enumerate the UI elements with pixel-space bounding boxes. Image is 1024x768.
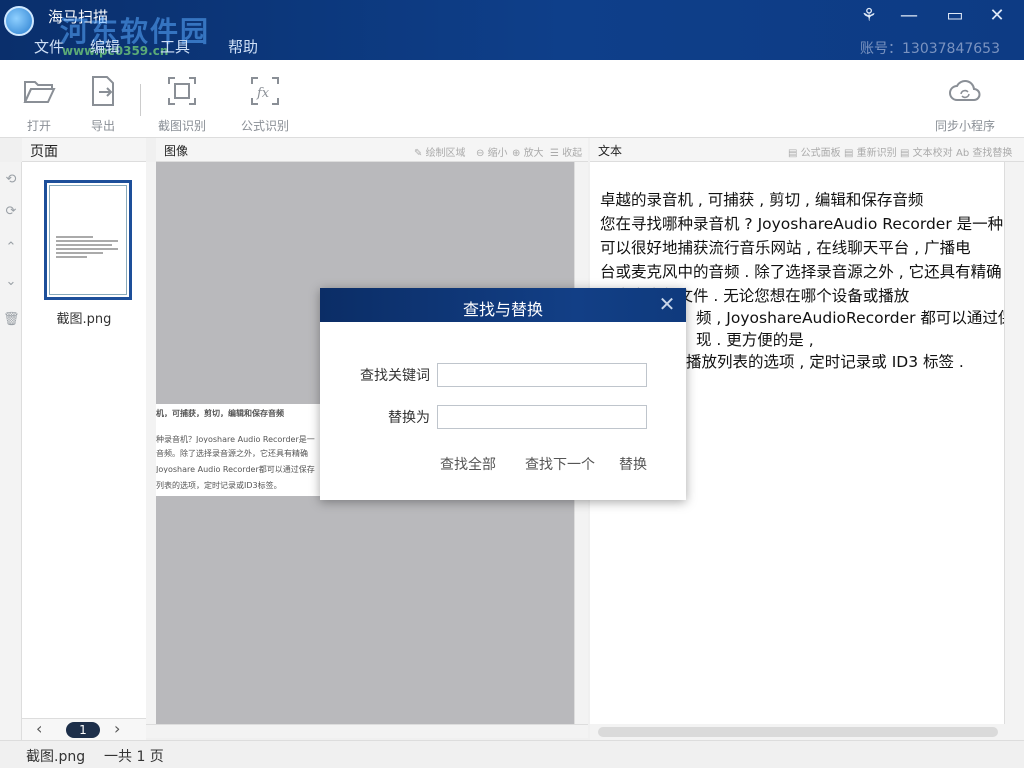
toolbar-divider	[140, 84, 141, 116]
close-button[interactable]: ✕	[984, 6, 1010, 26]
find-all-button[interactable]: 查找全部	[440, 454, 496, 474]
text-panel-title: 文本	[598, 144, 623, 158]
find-replace-label: 查找替换	[972, 148, 1013, 159]
scanned-image: 机，可捕获，剪切，编辑和保存音频 种录音机？Joyoshare Audio Re…	[156, 404, 320, 496]
text-line: 卓越的录音机 , 可捕获 , 剪切 , 编辑和保存音频	[600, 191, 924, 209]
trash-icon[interactable]: 🗑	[3, 312, 20, 328]
move-down-icon[interactable]: ⌄	[3, 274, 19, 290]
find-replace-dialog: 查找与替换 ✕ 查找关键词 替换为 查找全部 查找下一个 替换	[320, 288, 686, 500]
proofread-label: 文本校对	[912, 148, 953, 159]
collapse-button[interactable]: ☰ 收起	[550, 144, 582, 159]
account-label: 账号：13037847653	[860, 41, 1000, 57]
text-vertical-scrollbar[interactable]	[1004, 162, 1024, 724]
current-page-indicator: 1	[66, 722, 100, 738]
status-bar: 截图.png 一共 1 页	[0, 740, 1024, 768]
find-keyword-input[interactable]	[437, 363, 647, 387]
formula-panel-label: 公式面板	[800, 148, 841, 159]
dialog-header: 查找与替换 ✕	[320, 288, 686, 322]
menu-edit[interactable]: 编辑	[90, 36, 120, 57]
crop-icon	[168, 77, 196, 105]
prev-page-button[interactable]: ‹	[36, 719, 42, 738]
zoom-in-label: 放大	[523, 148, 544, 159]
title-bar: 海马扫描 河东软件园 www.pc0359.cn 文件 编辑 工具 帮助 账号：…	[0, 0, 1024, 60]
scan-line: Joyoshare Audio Recorder都可以通过保存	[156, 465, 315, 473]
side-tool-strip: ⟲ ⟳ ⌃ ⌄ 🗑	[0, 162, 22, 742]
text-line: 现 . 更方便的是 ,	[696, 331, 814, 349]
page-panel-header: 页面	[22, 138, 146, 162]
draw-region-button[interactable]: ✎ 绘制区域	[414, 144, 466, 159]
formula-icon: fx	[251, 77, 279, 105]
move-up-icon[interactable]: ⌃	[3, 240, 19, 256]
replace-with-input[interactable]	[437, 405, 647, 429]
image-panel-title: 图像	[164, 144, 189, 158]
open-button[interactable]: 打开	[22, 74, 56, 134]
text-panel-header: 文本 ▤ 公式面板 ▤ 重新识别 ▤ 文本校对 Ab 查找替换	[590, 138, 1024, 162]
re-recognize-label: 重新识别	[856, 148, 897, 159]
image-horizontal-scrollbar[interactable]	[146, 724, 588, 738]
export-icon	[92, 76, 114, 106]
draw-region-label: 绘制区域	[425, 148, 466, 159]
svg-text:fx: fx	[256, 86, 270, 101]
app-logo-icon	[4, 6, 34, 36]
image-panel-header: 图像 ✎ 绘制区域 ⊖ 缩小 ⊕ 放大 ☰ 收起	[156, 138, 588, 162]
cloud-sync-icon	[949, 80, 981, 101]
replace-with-label: 替换为	[388, 410, 430, 426]
thumbnail-text-lines	[56, 236, 118, 260]
text-line: 可以很好地捕获流行音乐网站 , 在线聊天平台 , 广播电	[600, 239, 971, 257]
scan-line: 列表的选项，定时记录或ID3标签。	[156, 481, 282, 489]
thumbnail-frame	[49, 185, 127, 295]
text-horizontal-scrollbar[interactable]	[590, 724, 1024, 740]
status-filename: 截图.png	[26, 749, 86, 765]
re-recognize-button[interactable]: ▤ 重新识别	[844, 144, 897, 159]
sync-miniprogram-button[interactable]: 同步小程序	[928, 74, 1002, 134]
find-next-button[interactable]: 查找下一个	[525, 454, 595, 474]
replace-button[interactable]: 替换	[619, 454, 647, 474]
export-button[interactable]: 导出	[86, 74, 120, 134]
dialog-title: 查找与替换	[462, 300, 543, 319]
export-label: 导出	[90, 119, 115, 133]
screenshot-ocr-button[interactable]: 截图识别	[154, 74, 210, 134]
thumbnail-label: 截图.png	[56, 312, 112, 327]
screenshot-ocr-label: 截图识别	[157, 119, 206, 133]
next-page-button[interactable]: ›	[114, 719, 120, 738]
status-page-count: 一共 1 页	[104, 749, 164, 765]
proofread-button[interactable]: ▤ 文本校对	[900, 144, 953, 159]
find-replace-button[interactable]: Ab 查找替换	[956, 144, 1012, 159]
close-icon[interactable]: ✕	[656, 293, 678, 315]
toolbar: 打开 导出 截图识别 fx 公式识别 同步小程序	[0, 60, 1024, 138]
maximize-button[interactable]: ▭	[942, 6, 968, 26]
scrollbar-thumb[interactable]	[598, 727, 998, 737]
formula-ocr-label: 公式识别	[240, 119, 289, 133]
zoom-out-button[interactable]: ⊖ 缩小	[476, 144, 508, 159]
scan-line: 种录音机？Joyoshare Audio Recorder是一	[156, 435, 315, 443]
scan-line: 机，可捕获，剪切，编辑和保存音频	[156, 409, 284, 417]
rotate-right-icon[interactable]: ⟳	[3, 204, 19, 220]
minimize-button[interactable]: —	[896, 6, 922, 26]
text-line: 频 , JoyoshareAudioRecorder 都可以通过保存	[696, 309, 1004, 327]
page-panel: 截图.png	[22, 162, 146, 720]
sync-label: 同步小程序	[934, 119, 995, 133]
text-line: 台或麦克风中的音频 . 除了选择录音源之外 , 它还具有精确	[600, 263, 1002, 281]
menu-tools[interactable]: 工具	[160, 36, 190, 57]
page-thumbnail[interactable]	[44, 180, 132, 300]
menu-file[interactable]: 文件	[34, 36, 64, 57]
zoom-in-button[interactable]: ⊕ 放大	[512, 144, 544, 159]
page-navigation: ‹ 1 ›	[22, 718, 146, 740]
formula-ocr-button[interactable]: fx 公式识别	[236, 74, 294, 134]
menu-help[interactable]: 帮助	[228, 36, 258, 57]
open-label: 打开	[26, 119, 51, 133]
text-line: 您在寻找哪种录音机 ? JoyoshareAudio Recorder 是一种	[600, 215, 1004, 233]
scan-line: 音频。除了选择录音源之外，它还具有精确	[156, 449, 308, 457]
collapse-label: 收起	[562, 148, 583, 159]
find-keyword-label: 查找关键词	[360, 368, 430, 384]
text-line: 播放列表的选项 , 定时记录或 ID3 标签 .	[686, 353, 964, 371]
folder-open-icon	[23, 81, 56, 103]
zoom-out-label: 缩小	[487, 148, 508, 159]
skin-icon[interactable]: ⚘	[856, 6, 882, 26]
rotate-left-icon[interactable]: ⟲	[3, 172, 19, 188]
formula-panel-button[interactable]: ▤ 公式面板	[788, 144, 841, 159]
page-panel-scrollbar[interactable]	[146, 162, 156, 724]
